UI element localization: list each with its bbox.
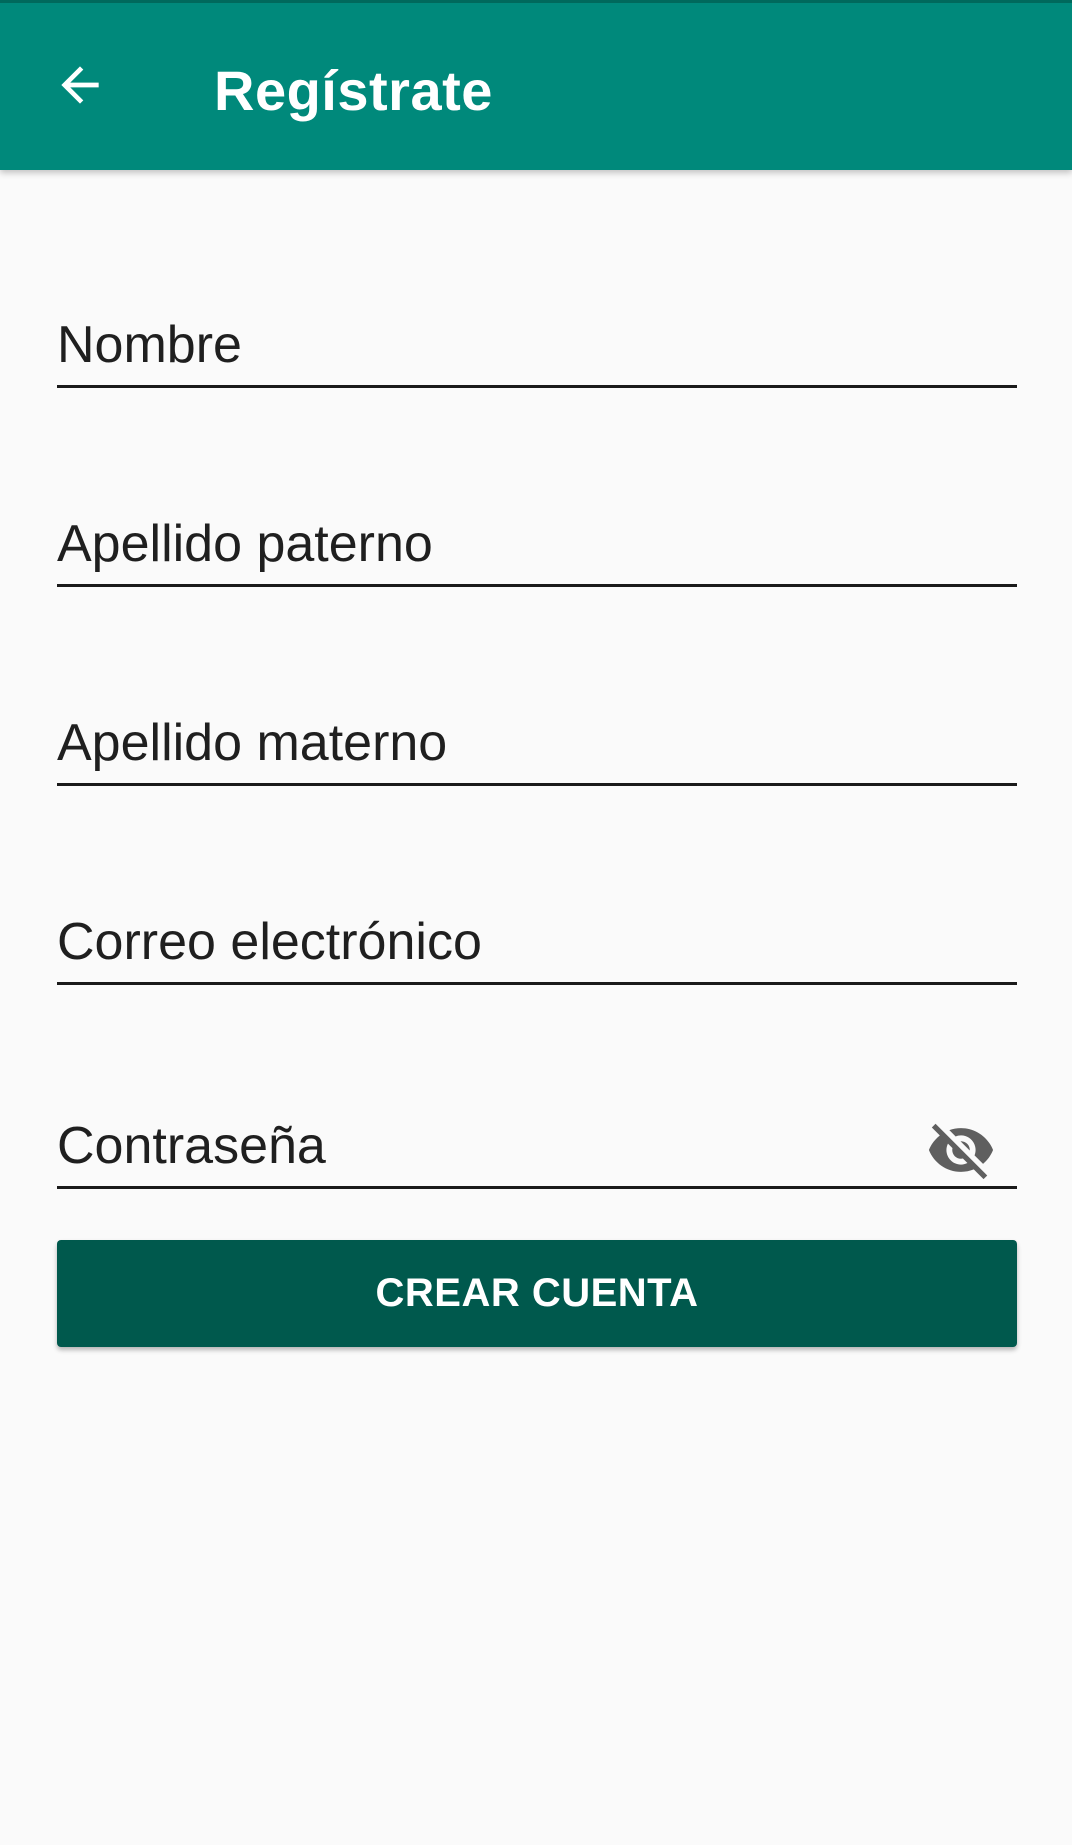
password-field <box>57 1106 1017 1189</box>
email-input[interactable] <box>57 902 1017 982</box>
maternal-surname-field <box>57 703 1017 786</box>
password-visibility-toggle[interactable] <box>925 1114 997 1186</box>
email-field <box>57 902 1017 985</box>
password-input[interactable] <box>57 1106 877 1186</box>
visibility-off-icon <box>928 1123 994 1180</box>
first-name-field <box>57 305 1017 388</box>
first-name-input[interactable] <box>57 305 1017 385</box>
page-title: Regístrate <box>214 59 493 122</box>
app-bar: Regístrate <box>0 0 1072 170</box>
paternal-surname-field <box>57 504 1017 587</box>
back-button[interactable] <box>38 43 122 127</box>
create-account-button[interactable]: CREAR CUENTA <box>57 1240 1017 1347</box>
paternal-surname-input[interactable] <box>57 504 1017 584</box>
arrow-back-icon <box>61 66 99 104</box>
maternal-surname-input[interactable] <box>57 703 1017 783</box>
